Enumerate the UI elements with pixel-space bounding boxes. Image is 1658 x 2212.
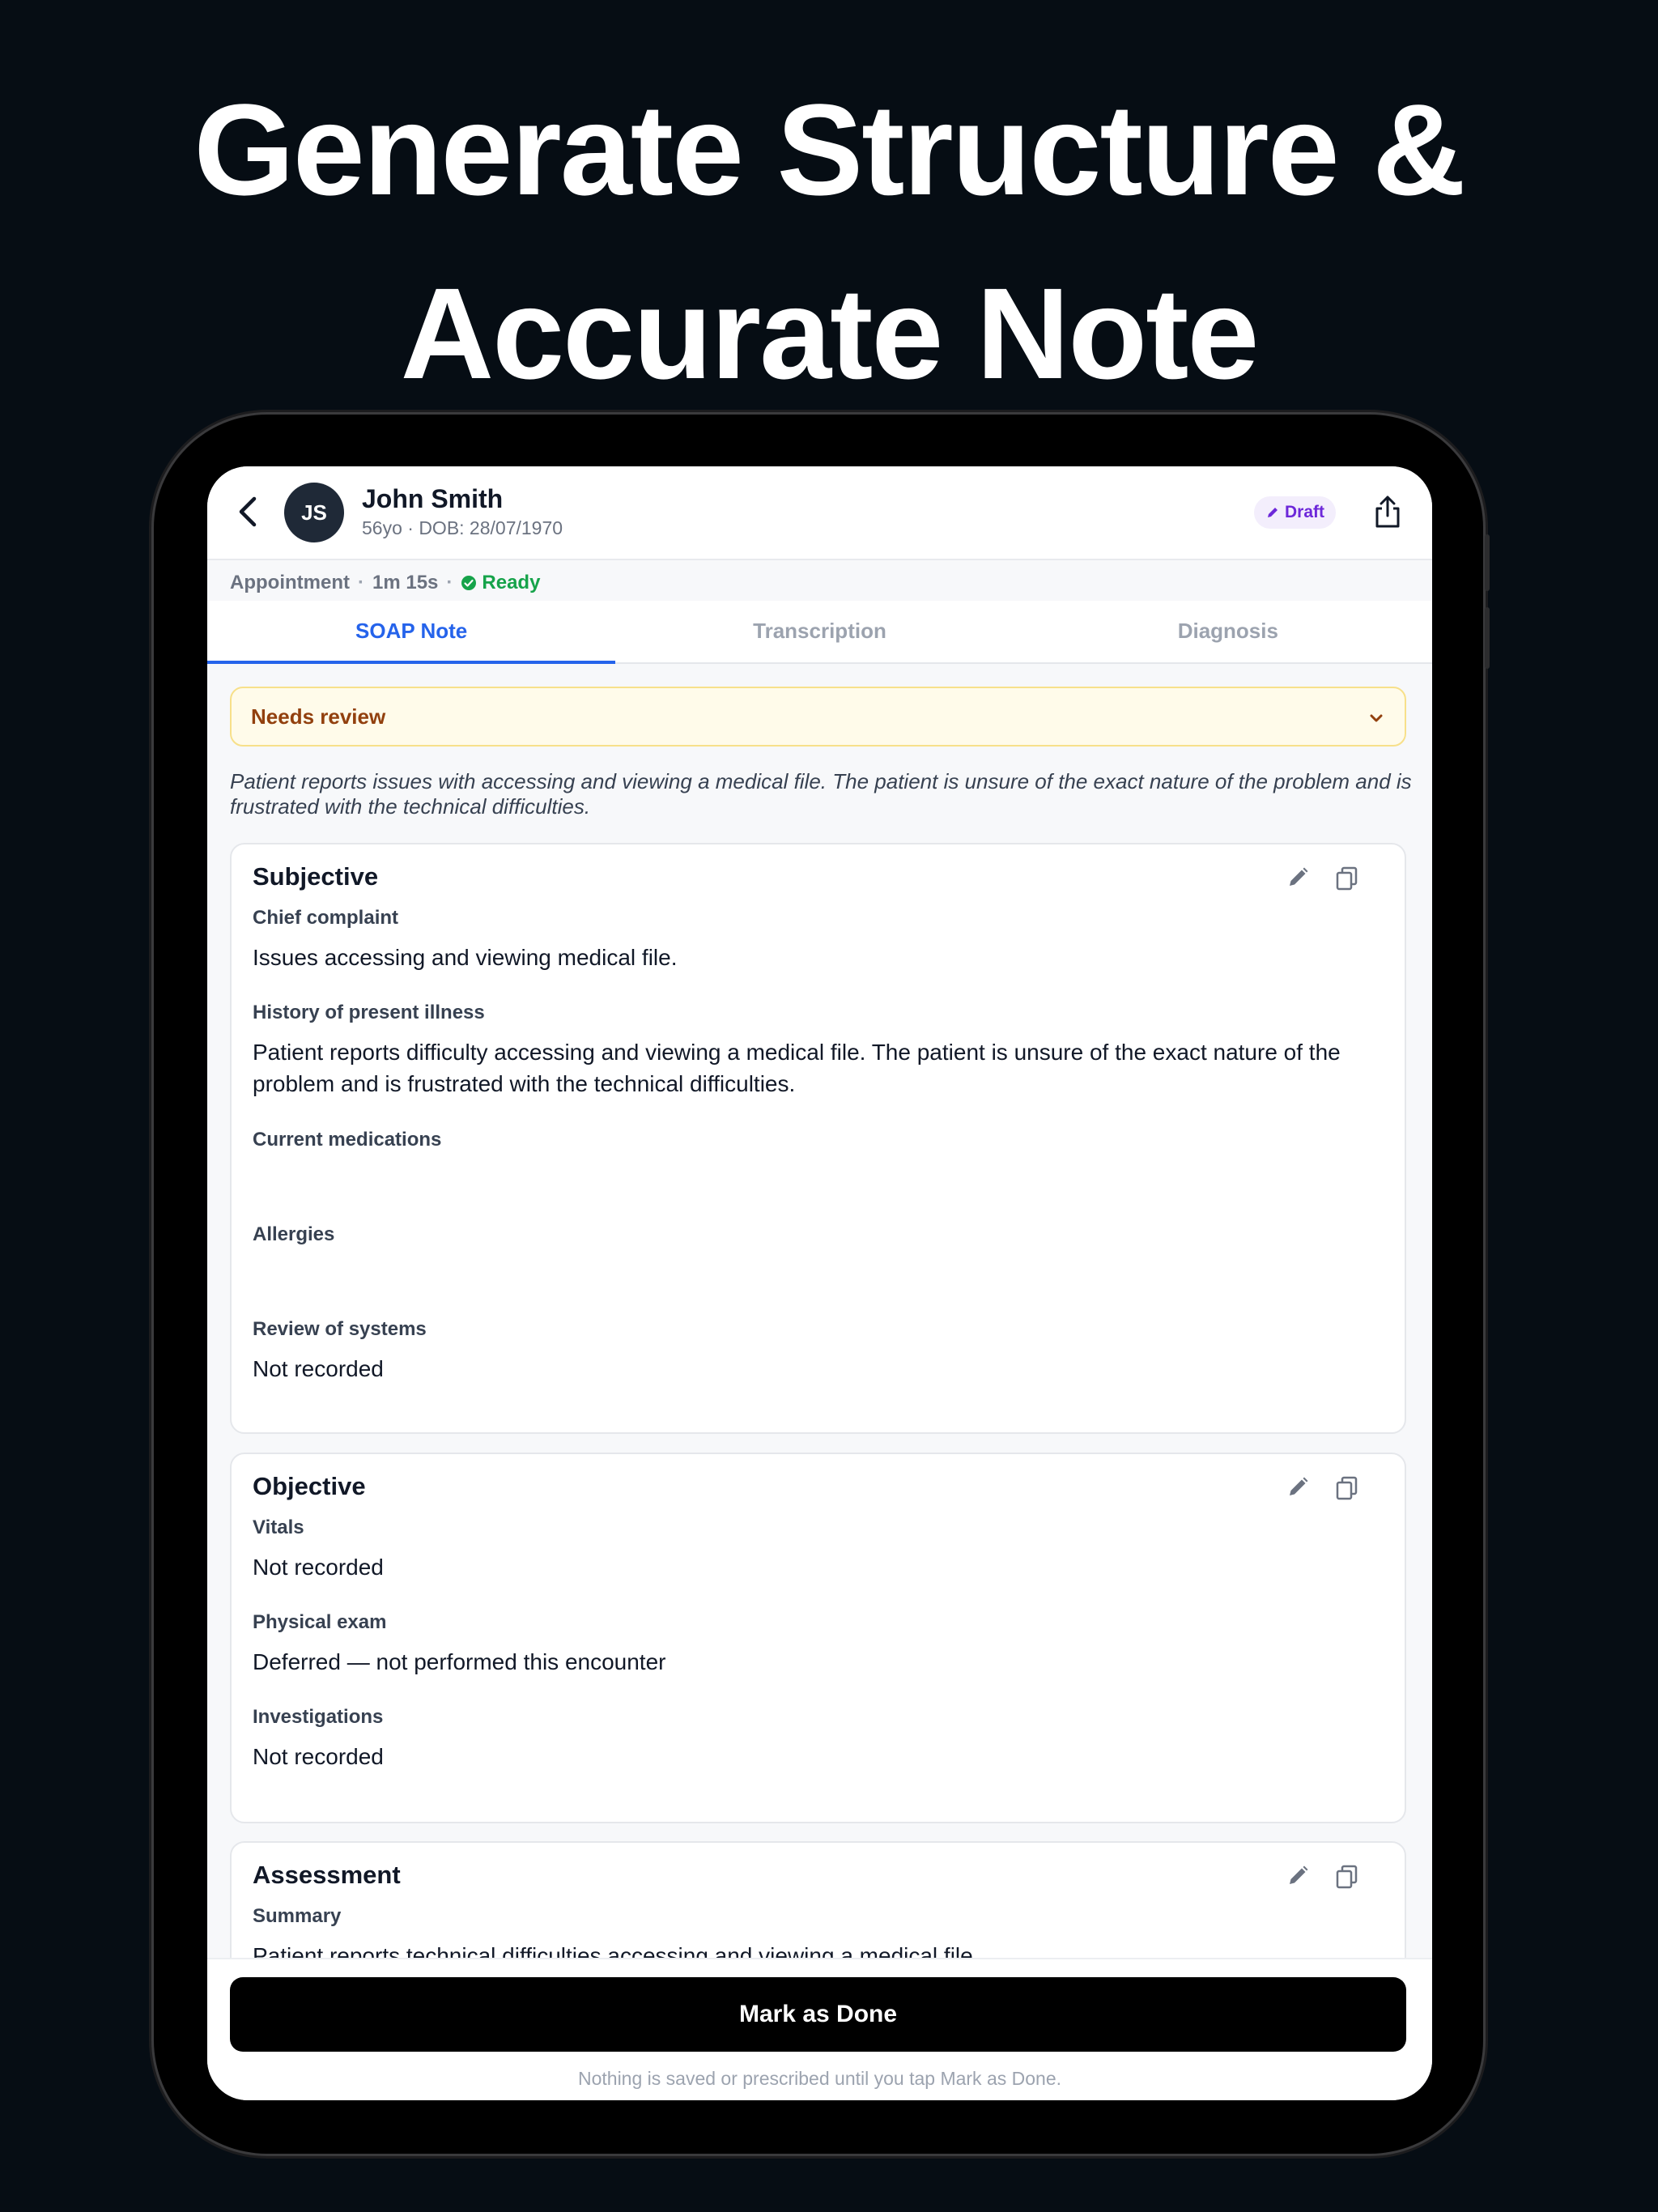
field-label-vitals: Vitals xyxy=(253,1516,304,1538)
draft-label: Draft xyxy=(1285,503,1325,521)
copy-icon[interactable] xyxy=(1333,1862,1361,1890)
field-label-physical-exam: Physical exam xyxy=(253,1611,387,1633)
field-value-vitals: Not recorded xyxy=(253,1555,384,1580)
note-tabs: SOAP Note Transcription Diagnosis xyxy=(207,601,1432,664)
separator-dot: · xyxy=(357,572,364,593)
pencil-icon xyxy=(1268,508,1278,517)
app-screen: JS John Smith 56yo · DOB: 28/07/1970 Dra… xyxy=(207,466,1432,2100)
field-value-physical-exam: Deferred — not performed this encounter xyxy=(253,1649,666,1674)
tab-soap-note[interactable]: SOAP Note xyxy=(207,601,616,664)
chevron-down-icon xyxy=(1370,714,1383,722)
avatar: JS xyxy=(284,483,344,542)
patient-name: John Smith xyxy=(362,484,504,513)
patient-meta: 56yo · DOB: 28/07/1970 xyxy=(362,517,563,538)
ready-label: Ready xyxy=(482,572,541,593)
edit-icon[interactable] xyxy=(1284,1862,1312,1890)
field-label-investigations: Investigations xyxy=(253,1706,384,1728)
headline-line-1: Generate Structure & xyxy=(193,77,1465,222)
note-summary: Patient reports issues with accessing an… xyxy=(230,769,1412,819)
edit-icon[interactable] xyxy=(1284,864,1312,891)
share-icon[interactable] xyxy=(1370,494,1405,530)
mark-as-done-button[interactable]: Mark as Done xyxy=(230,1977,1406,2052)
appointment-duration: 1m 15s xyxy=(372,572,439,593)
needs-review-banner[interactable]: Needs review xyxy=(230,687,1406,747)
patient-header: JS John Smith 56yo · DOB: 28/07/1970 Dra… xyxy=(207,466,1432,560)
footer-bar: Mark as Done Nothing is saved or prescri… xyxy=(207,1958,1432,2100)
appointment-label: Appointment xyxy=(230,572,350,593)
field-value-chief-complaint: Issues accessing and viewing medical fil… xyxy=(253,945,678,970)
back-arrow-icon[interactable] xyxy=(232,494,267,530)
needs-review-label: Needs review xyxy=(251,704,386,729)
field-label-allergies: Allergies xyxy=(253,1223,335,1245)
headline-line-2: Accurate Note xyxy=(400,261,1260,406)
field-value-hpi: Patient reports difficulty accessing and… xyxy=(253,1040,1341,1096)
field-label-chief-complaint: Chief complaint xyxy=(253,907,399,929)
field-value-review-of-systems: Not recorded xyxy=(253,1356,384,1381)
edit-icon[interactable] xyxy=(1284,1474,1312,1501)
separator-dot: · xyxy=(446,572,453,593)
copy-icon[interactable] xyxy=(1333,864,1361,891)
objective-card: Objective Vitals Not recorded Physical e… xyxy=(230,1453,1406,1823)
field-value-investigations: Not recorded xyxy=(253,1744,384,1769)
field-label-summary: Summary xyxy=(253,1905,342,1927)
tab-diagnosis[interactable]: Diagnosis xyxy=(1024,601,1432,662)
check-circle-icon xyxy=(461,576,477,590)
section-title: Assessment xyxy=(253,1861,401,1889)
section-title: Objective xyxy=(253,1472,366,1500)
section-title: Subjective xyxy=(253,862,379,891)
field-label-review-of-systems: Review of systems xyxy=(253,1318,427,1340)
draft-badge[interactable]: Draft xyxy=(1254,496,1337,529)
field-label-current-medications: Current medications xyxy=(253,1129,442,1151)
volume-up-button xyxy=(1485,534,1490,591)
volume-down-button xyxy=(1485,607,1490,669)
subjective-card: Subjective Chief complaint Issues access… xyxy=(230,843,1406,1434)
ready-status: Ready xyxy=(461,572,540,594)
appointment-info: Appointment · 1m 15s · Ready xyxy=(230,572,540,594)
copy-icon[interactable] xyxy=(1333,1474,1361,1501)
field-label-hpi: History of present illness xyxy=(253,1002,485,1023)
footer-note: Nothing is saved or prescribed until you… xyxy=(577,2068,1062,2089)
tab-transcription[interactable]: Transcription xyxy=(615,601,1023,662)
